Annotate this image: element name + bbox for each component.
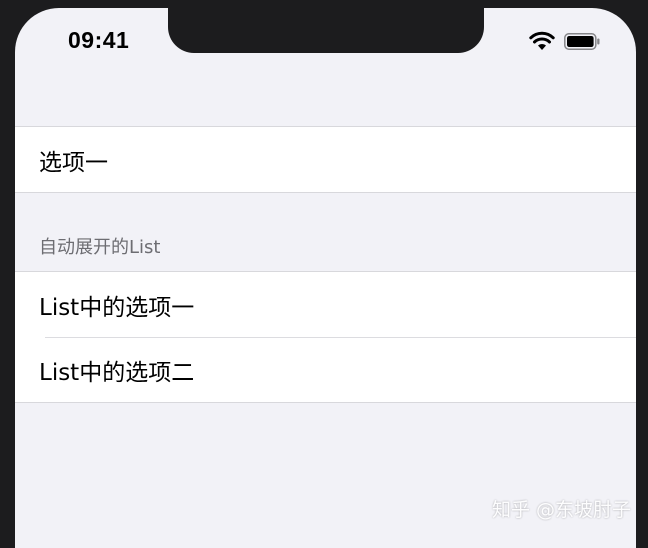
list-item-section-option-2[interactable]: List中的选项二 xyxy=(15,337,636,402)
list-item-label: List中的选项一 xyxy=(39,294,195,321)
list-item-label: 选项一 xyxy=(39,149,108,176)
phone-screen: 09:41 选项一 自动展开的List List中的选项一 List中的选项二 xyxy=(15,8,636,548)
list-group-top: 选项一 xyxy=(15,126,636,193)
wifi-icon xyxy=(529,31,555,50)
battery-icon xyxy=(564,33,600,50)
list-item-section-option-1[interactable]: List中的选项一 xyxy=(15,272,636,337)
list-item-label: List中的选项二 xyxy=(39,359,195,386)
notch xyxy=(168,8,484,53)
watermark: 知乎 @东坡肘子 xyxy=(491,499,631,521)
list-group-expanded: List中的选项一 List中的选项二 xyxy=(15,271,636,403)
list-item-option-1[interactable]: 选项一 xyxy=(15,127,636,192)
section-header: 自动展开的List xyxy=(39,237,161,258)
status-time: 09:41 xyxy=(68,27,130,53)
device-frame: 09:41 选项一 自动展开的List List中的选项一 List中的选项二 xyxy=(0,0,648,548)
